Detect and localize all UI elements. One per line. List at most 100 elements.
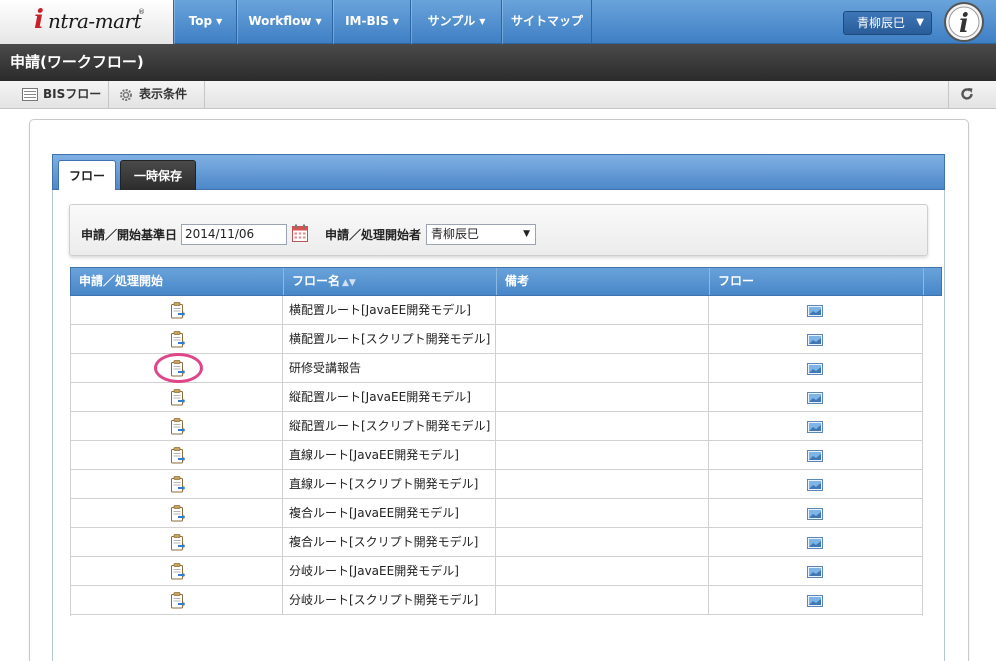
flow-image-icon[interactable] — [807, 508, 823, 520]
flow-cell — [709, 499, 923, 527]
col-header-flow-name-label: フロー名 — [292, 274, 341, 288]
applicant-select[interactable]: 青柳辰巳 ▼ — [426, 224, 536, 245]
nav-sample-label: サンプル — [427, 14, 476, 28]
table-row: 直線ルート[スクリプト開発モデル] — [70, 470, 923, 499]
note-cell — [496, 296, 709, 324]
note-cell — [496, 470, 709, 498]
nav-workflow[interactable]: Workflow ▼ — [237, 0, 333, 44]
flow-image-icon[interactable] — [807, 537, 823, 549]
apply-doc-icon[interactable] — [170, 302, 185, 319]
nav-top[interactable]: Top ▼ — [174, 0, 237, 44]
flow-image-icon[interactable] — [807, 450, 823, 462]
flow-cell — [709, 296, 923, 324]
apply-doc-icon[interactable] — [170, 476, 185, 493]
col-header-flow-label: フロー — [718, 274, 755, 288]
flow-name-cell: 横配置ルート[JavaEE開発モデル] — [283, 296, 496, 324]
page-title: 申請(ワークフロー) — [0, 44, 996, 81]
flow-image-icon[interactable] — [807, 334, 823, 346]
table-row: 複合ルート[スクリプト開発モデル] — [70, 528, 923, 557]
col-header-start-label: 申請／処理開始 — [79, 274, 164, 288]
start-cell — [70, 470, 283, 498]
start-cell — [70, 296, 283, 324]
apply-doc-icon[interactable] — [170, 389, 185, 406]
start-cell — [70, 441, 283, 469]
table-row: 横配置ルート[JavaEE開発モデル] — [70, 296, 923, 325]
nav-sample[interactable]: サンプル ▼ — [411, 0, 502, 44]
table-row: 縦配置ルート[スクリプト開発モデル] — [70, 412, 923, 441]
start-cell — [70, 499, 283, 527]
table-row: 研修受講報告 — [70, 354, 923, 383]
note-cell — [496, 325, 709, 353]
apply-doc-icon[interactable] — [170, 592, 185, 609]
nav-im-bis[interactable]: IM-BIS ▼ — [333, 0, 411, 44]
flow-cell — [709, 325, 923, 353]
bis-flow-button[interactable]: BISフロー — [10, 81, 109, 108]
flow-name-cell: 縦配置ルート[JavaEE開発モデル] — [283, 383, 496, 411]
chevron-down-icon: ▼ — [479, 17, 486, 26]
table-row: 分岐ルート[JavaEE開発モデル] — [70, 557, 923, 586]
flow-image-icon[interactable] — [807, 305, 823, 317]
col-header-start[interactable]: 申請／処理開始 — [71, 268, 284, 295]
apply-doc-icon[interactable] — [170, 331, 185, 348]
svg-text:i: i — [959, 9, 969, 39]
apply-doc-icon[interactable] — [170, 534, 185, 551]
sort-icon[interactable]: ▲▼ — [342, 278, 356, 288]
display-conditions-label: 表示条件 — [139, 87, 188, 101]
flow-image-icon[interactable] — [807, 421, 823, 433]
flow-name-cell: 複合ルート[スクリプト開発モデル] — [283, 528, 496, 556]
nav-sitemap[interactable]: サイトマップ — [502, 0, 592, 44]
apply-doc-icon[interactable] — [170, 563, 185, 580]
start-cell — [70, 383, 283, 411]
refresh-icon — [961, 88, 973, 100]
col-header-note[interactable]: 備考 — [497, 268, 710, 295]
note-cell — [496, 586, 709, 614]
start-cell — [70, 557, 283, 585]
flow-image-icon[interactable] — [807, 479, 823, 491]
applicant-value: 青柳辰巳 — [431, 227, 480, 241]
flow-image-icon[interactable] — [807, 595, 823, 607]
flow-cell — [709, 383, 923, 411]
flow-image-icon[interactable] — [807, 392, 823, 404]
info-i-icon[interactable]: i — [941, 0, 987, 44]
apply-doc-icon[interactable] — [170, 447, 185, 464]
user-menu-button[interactable]: 青柳辰巳 ▼ — [843, 11, 932, 35]
flow-name-cell: 横配置ルート[スクリプト開発モデル] — [283, 325, 496, 353]
intra-mart-logo[interactable]: i ntra-mart ® — [0, 0, 174, 44]
col-header-note-label: 備考 — [505, 274, 530, 288]
chevron-down-icon: ▼ — [216, 17, 223, 26]
refresh-button[interactable] — [948, 81, 984, 108]
flow-cell — [709, 470, 923, 498]
calendar-icon[interactable] — [292, 224, 308, 242]
apply-doc-icon[interactable] — [170, 360, 185, 377]
flow-cell — [709, 441, 923, 469]
flow-image-icon[interactable] — [807, 363, 823, 375]
chevron-down-icon: ▼ — [392, 17, 399, 26]
bis-flow-label: BISフロー — [43, 87, 102, 101]
flow-cell — [709, 528, 923, 556]
flow-name-cell: 縦配置ルート[スクリプト開発モデル] — [283, 412, 496, 440]
nav-sitemap-label: サイトマップ — [510, 14, 583, 28]
note-cell — [496, 412, 709, 440]
apply-doc-icon[interactable] — [170, 418, 185, 435]
base-date-input[interactable]: 2014/11/06 — [181, 224, 287, 245]
table-row: 横配置ルート[スクリプト開発モデル] — [70, 325, 923, 354]
tab-flow[interactable]: フロー — [58, 160, 116, 190]
nav-workflow-label: Workflow — [248, 14, 312, 28]
tab-temporary-save[interactable]: 一時保存 — [120, 160, 196, 190]
flow-name-cell: 複合ルート[JavaEE開発モデル] — [283, 499, 496, 527]
table-row: 複合ルート[JavaEE開発モデル] — [70, 499, 923, 528]
note-cell — [496, 354, 709, 382]
flow-cell — [709, 412, 923, 440]
col-header-flow[interactable]: フロー — [710, 268, 924, 295]
note-cell — [496, 499, 709, 527]
table-row: 縦配置ルート[JavaEE開発モデル] — [70, 383, 923, 412]
logo-text: ntra-mart — [48, 9, 142, 33]
apply-doc-icon[interactable] — [170, 505, 185, 522]
date-label: 申請／開始基準日 — [81, 228, 178, 242]
col-header-flow-name[interactable]: フロー名 ▲▼ — [284, 268, 497, 295]
start-cell — [70, 325, 283, 353]
display-conditions-button[interactable]: 表示条件 — [109, 81, 205, 108]
flow-name-cell: 分岐ルート[スクリプト開発モデル] — [283, 586, 496, 614]
note-cell — [496, 528, 709, 556]
flow-image-icon[interactable] — [807, 566, 823, 578]
